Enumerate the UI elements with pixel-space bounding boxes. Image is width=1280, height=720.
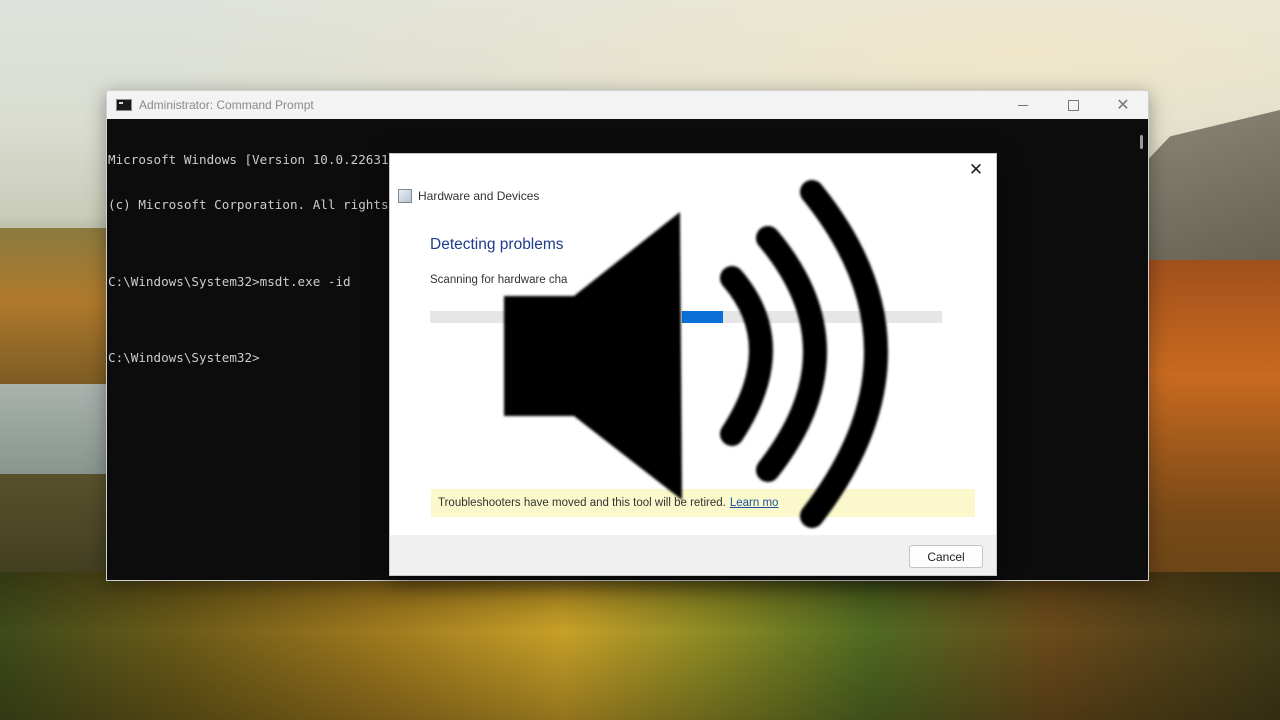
terminal-icon: [116, 99, 132, 111]
cancel-button[interactable]: Cancel: [909, 545, 983, 568]
hardware-icon: [398, 189, 412, 203]
trees-shade: [0, 572, 1280, 720]
speaker-volume-icon: [504, 180, 888, 528]
close-button[interactable]: ✕: [1098, 91, 1148, 119]
scrollbar[interactable]: [1134, 119, 1148, 580]
minimize-button[interactable]: [998, 91, 1048, 119]
speaker-body: [504, 212, 682, 500]
scrollbar-thumb[interactable]: [1140, 135, 1143, 149]
cmd-titlebar[interactable]: Administrator: Command Prompt ✕: [107, 91, 1148, 119]
dialog-close-button[interactable]: ✕: [964, 158, 988, 182]
maximize-button[interactable]: [1048, 91, 1098, 119]
sound-wave-small: [720, 266, 773, 446]
close-icon: ✕: [1116, 95, 1130, 114]
maximize-icon: [1067, 99, 1079, 111]
dialog-footer: Cancel: [390, 535, 996, 575]
window-controls: ✕: [998, 91, 1148, 119]
close-icon: ✕: [968, 160, 984, 180]
cmd-window-title: Administrator: Command Prompt: [139, 98, 314, 112]
sound-wave-medium: [756, 226, 827, 482]
minimize-icon: [1018, 104, 1028, 106]
